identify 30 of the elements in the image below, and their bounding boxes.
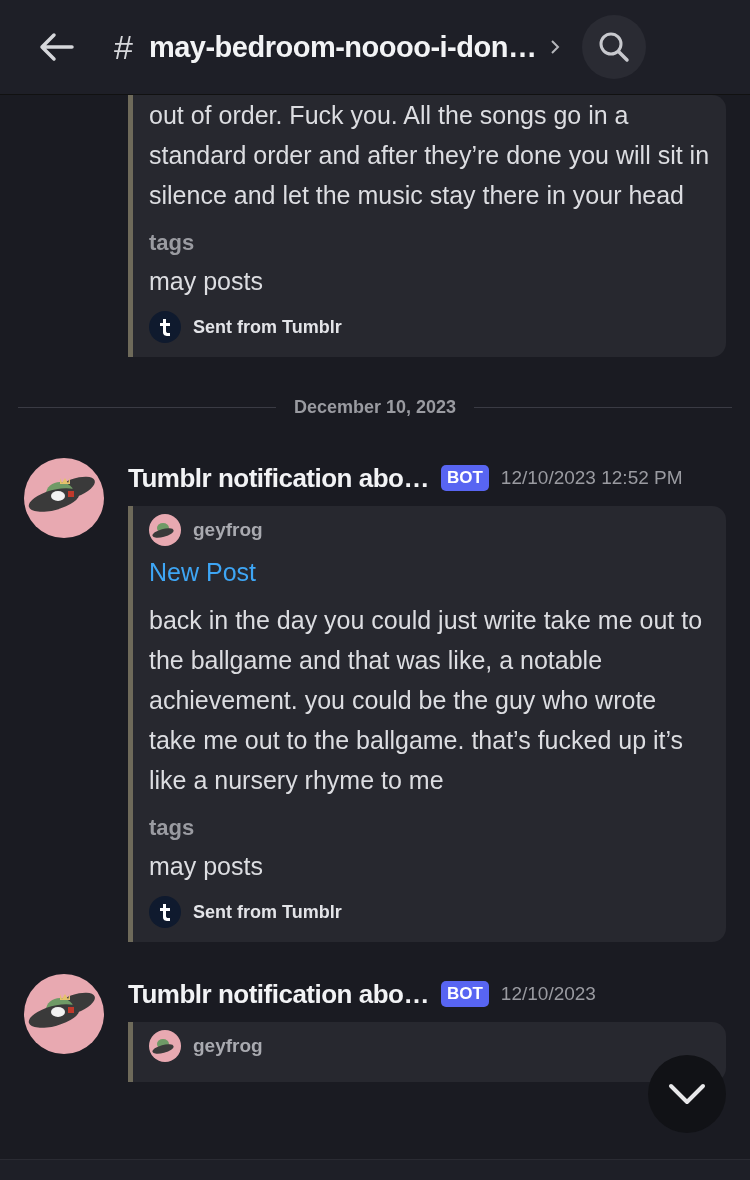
chevron-right-icon[interactable] — [550, 39, 561, 55]
embed-title-link[interactable]: New Post — [149, 552, 710, 592]
search-icon — [598, 31, 631, 63]
footer-text: Sent from Tumblr — [193, 901, 342, 923]
channel-symbol: # — [114, 27, 133, 67]
tags-text: may posts — [149, 851, 264, 882]
tumblr-logo-icon — [149, 896, 181, 928]
channel-title[interactable]: may-bedroom-noooo-i-don… — [148, 30, 537, 64]
back-arrow-icon[interactable] — [38, 32, 74, 62]
avatar-icon — [149, 514, 181, 546]
author-name[interactable]: Tumblr notification abo… — [128, 462, 429, 494]
embed-author[interactable]: geyfrog — [193, 519, 263, 541]
tags-label: tags — [149, 229, 196, 257]
bot-badge: BOT — [440, 465, 489, 491]
author-name[interactable]: Tumblr notification abo… — [128, 978, 429, 1010]
timestamp: 12/10/2023 12:52 PM — [500, 467, 683, 489]
post-text: back in the day you could just write take me out to the ballgame and that was like, a notable achievement. you could be the guy who wrote take me out to the ballgame. that’s fucked up it’s like a nursery rhyme to me — [149, 605, 704, 796]
bot-badge: BOT — [440, 981, 489, 1007]
post-text: out of order. Fuck you. All the songs go in a standard order and after they’re done you will sit in silence and let the music stay there in your head — [149, 100, 710, 211]
embed-author[interactable]: geyfrog — [193, 1035, 263, 1057]
footer-text: Sent from Tumblr — [193, 316, 342, 338]
chevron-down-icon — [667, 1082, 707, 1106]
tags-text: may posts — [149, 266, 264, 297]
avatar-icon[interactable] — [24, 974, 104, 1054]
date-divider: December 10, 2023 — [293, 397, 457, 418]
tumblr-logo-icon — [149, 311, 181, 343]
timestamp: 12/10/2023 — [500, 983, 596, 1005]
avatar-icon[interactable] — [24, 458, 104, 538]
avatar-icon — [149, 1030, 181, 1062]
tags-label: tags — [149, 814, 196, 842]
